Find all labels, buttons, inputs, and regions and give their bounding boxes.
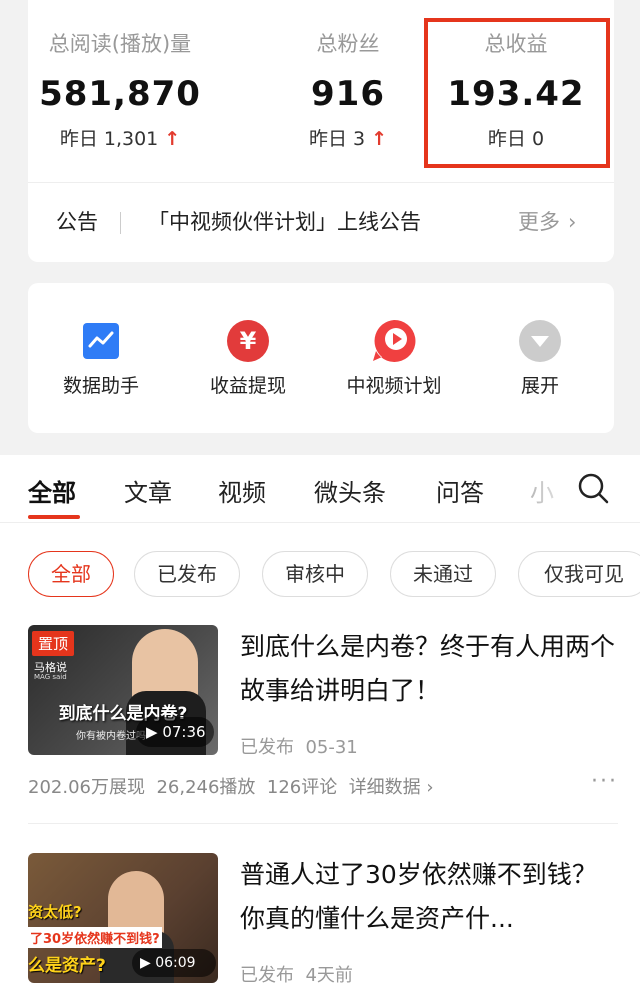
notice-separator <box>120 212 121 234</box>
tool-expand[interactable]: 展开 <box>475 283 605 433</box>
tab-qa[interactable]: 问答 <box>436 473 484 508</box>
chevron-right-icon: › <box>568 210 577 234</box>
tool-income-withdraw[interactable]: ¥ 收益提现 <box>183 283 313 433</box>
tab-articles[interactable]: 文章 <box>124 473 172 508</box>
duration-badge: ▶ 06:09 <box>132 949 216 977</box>
tab-active-indicator <box>28 515 80 519</box>
play-icon <box>373 319 416 362</box>
article-item[interactable]: 置顶 马格说 MAG said 到底什么是内卷? 你有被内卷过吗 ▶ 07:36… <box>28 625 618 825</box>
chevron-down-icon <box>519 320 561 362</box>
article-meta: 已发布 05-31 <box>240 737 358 758</box>
more-options-icon[interactable]: ··· <box>591 769 618 794</box>
article-stats: 202.06万展现 26,246播放 126评论 详细数据 › <box>28 777 434 798</box>
video-thumbnail[interactable]: 置顶 马格说 MAG said 到底什么是内卷? 你有被内卷过吗 ▶ 07:36 <box>28 625 218 755</box>
thumb-line-3: 么是资产? <box>28 956 106 976</box>
thumb-line-1: 资太低? <box>28 903 82 921</box>
tool-label: 收益提现 <box>209 375 286 397</box>
divider <box>28 823 618 824</box>
stat-label: 总阅读(播放)量 <box>48 32 192 56</box>
up-arrow-icon: ↑ <box>371 128 388 150</box>
divider <box>28 182 614 183</box>
tools-card: 数据助手 ¥ 收益提现 中视频计划 展开 <box>28 283 614 433</box>
video-thumbnail[interactable]: 资太低? 了30岁依然赚不到钱? 么是资产? ▶ 06:09 <box>28 853 218 983</box>
tool-label: 展开 <box>520 375 559 397</box>
thumb-line-2: 了30岁依然赚不到钱? <box>28 927 162 948</box>
tab-bar: 全部 文章 视频 微头条 问答 小 <box>0 455 640 523</box>
filter-chip-published[interactable]: 已发布 <box>134 551 240 597</box>
yuan-icon: ¥ <box>227 320 269 362</box>
article-meta: 已发布 4天前 <box>240 965 353 986</box>
notice-label: 公告 <box>56 210 98 234</box>
filter-chip-private[interactable]: 仅我可见 <box>518 551 640 597</box>
up-arrow-icon: ↑ <box>164 128 181 150</box>
article-title[interactable]: 普通人过了30岁依然赚不到钱？你真的懂什么是资产什... <box>240 853 620 941</box>
notice-more-button[interactable]: 更多 › <box>518 206 576 236</box>
svg-text:¥: ¥ <box>240 327 257 355</box>
tool-label: 数据助手 <box>62 375 139 397</box>
play-small-icon: ▶ <box>140 955 151 971</box>
search-icon[interactable] <box>576 471 610 505</box>
tab-fade <box>520 455 580 521</box>
play-small-icon: ▶ <box>146 723 158 741</box>
tab-all[interactable]: 全部 <box>28 473 76 508</box>
stat-value: 916 <box>311 74 385 114</box>
detail-data-link[interactable]: 详细数据 <box>349 777 421 798</box>
duration-badge: ▶ 07:36 <box>136 717 214 747</box>
chart-trend-icon <box>83 323 119 359</box>
filter-chip-rejected[interactable]: 未通过 <box>390 551 496 597</box>
chevron-right-icon: › <box>420 777 434 798</box>
pinned-badge: 置顶 <box>32 631 75 656</box>
stat-yesterday: 昨日 1,301 ↑ <box>59 128 181 150</box>
tab-micro-posts[interactable]: 微头条 <box>314 473 386 508</box>
filter-chip-reviewing[interactable]: 审核中 <box>262 551 368 597</box>
stat-label: 总粉丝 <box>316 32 380 56</box>
filter-chip-all[interactable]: 全部 <box>28 551 114 597</box>
stats-card: 总阅读(播放)量 581,870 昨日 1,301 ↑ 总粉丝 916 昨日 3 ↑… <box>28 0 614 262</box>
content-section: 全部 文章 视频 微头条 问答 小 全部 已发布 审核中 未通过 仅我可见 置顶… <box>0 455 640 1000</box>
income-highlight-box <box>424 18 610 168</box>
tool-mid-video-plan[interactable]: 中视频计划 <box>329 283 459 433</box>
tab-videos[interactable]: 视频 <box>218 473 266 508</box>
thumb-channel-sub: MAG said <box>34 673 67 681</box>
stat-yesterday: 昨日 3 ↑ <box>308 128 388 150</box>
notice-link[interactable]: 「中视频伙伴计划」上线公告 <box>148 206 421 236</box>
tool-data-assistant[interactable]: 数据助手 <box>36 283 166 433</box>
stat-value: 581,870 <box>39 74 201 114</box>
article-title[interactable]: 到底什么是内卷？终于有人用两个故事给讲明白了！ <box>240 625 620 713</box>
tool-label: 中视频计划 <box>346 375 442 397</box>
article-item[interactable]: 资太低? 了30岁依然赚不到钱? 么是资产? ▶ 06:09 普通人过了30岁依… <box>28 853 618 1000</box>
